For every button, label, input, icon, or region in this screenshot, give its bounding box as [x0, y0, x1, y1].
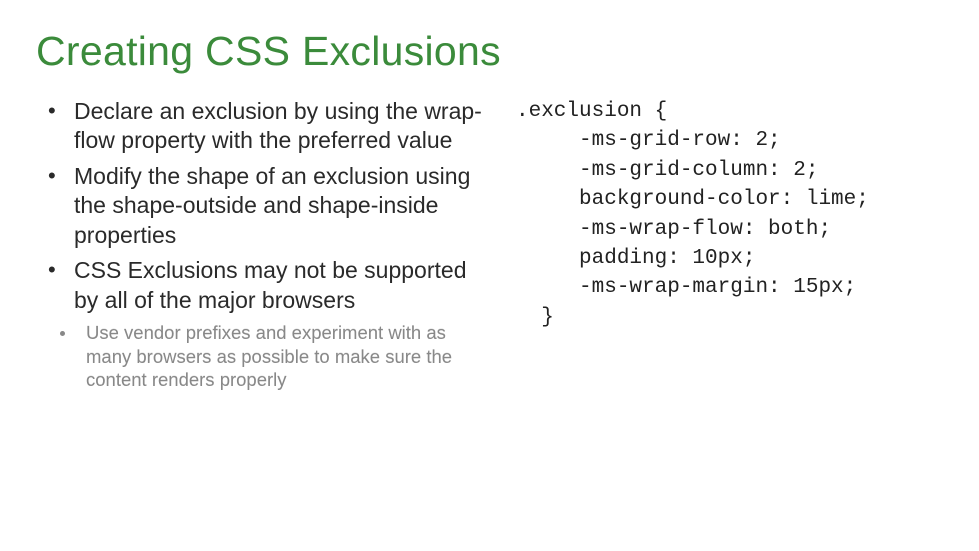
left-column: Declare an exclusion by using the wrap-f…: [36, 97, 486, 392]
bullet-text: and: [257, 192, 308, 218]
code-line: padding: 10px;: [516, 247, 755, 270]
code-line: .exclusion {: [516, 100, 667, 123]
code-line: -ms-grid-column: 2;: [516, 159, 818, 182]
bullet-list: Declare an exclusion by using the wrap-f…: [36, 97, 486, 315]
term-shape-outside: shape-outside: [112, 192, 257, 218]
sub-bullet-item: Use vendor prefixes and experiment with …: [36, 321, 486, 392]
bullet-item: CSS Exclusions may not be supported by a…: [36, 256, 486, 315]
slide: Creating CSS Exclusions Declare an exclu…: [0, 0, 979, 551]
sub-bullet-list: Use vendor prefixes and experiment with …: [36, 321, 486, 392]
term-shape-inside: shape-inside: [308, 192, 438, 218]
bullet-text: property with the preferred value: [115, 127, 453, 153]
bullet-text: Declare an exclusion by using the: [74, 98, 424, 124]
code-line: }: [516, 306, 554, 329]
bullet-text: CSS Exclusions may not be supported by a…: [74, 257, 466, 312]
code-line: background-color: lime;: [516, 188, 869, 211]
bullet-item: Declare an exclusion by using the wrap-f…: [36, 97, 486, 156]
code-block: .exclusion { -ms-grid-row: 2; -ms-grid-c…: [516, 97, 943, 332]
right-column: .exclusion { -ms-grid-row: 2; -ms-grid-c…: [510, 97, 943, 392]
code-line: -ms-grid-row: 2;: [516, 129, 781, 152]
slide-title: Creating CSS Exclusions: [36, 28, 943, 75]
bullet-text: properties: [74, 222, 176, 248]
code-line: -ms-wrap-margin: 15px;: [516, 276, 856, 299]
bullet-item: Modify the shape of an exclusion using t…: [36, 162, 486, 250]
content-columns: Declare an exclusion by using the wrap-f…: [36, 97, 943, 392]
code-line: -ms-wrap-flow: both;: [516, 218, 831, 241]
